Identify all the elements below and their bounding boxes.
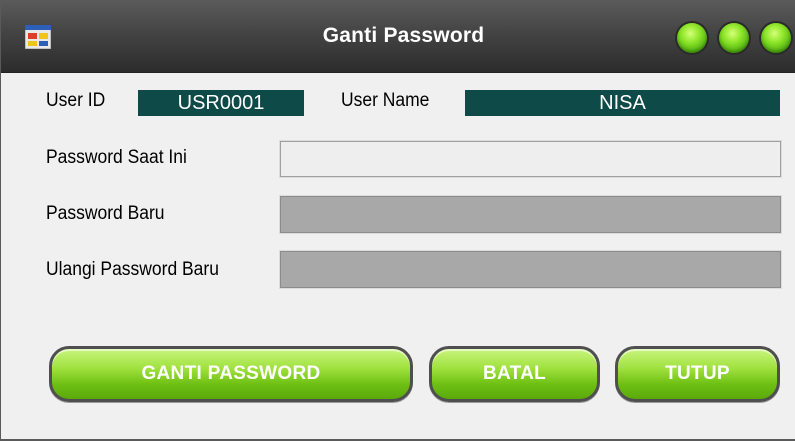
current-password-field[interactable] <box>279 140 782 178</box>
user-id-value: USR0001 <box>138 90 304 116</box>
change-password-window: Ganti Password User ID USR0001 User Name… <box>0 0 795 441</box>
close-button-label: TUTUP <box>665 363 730 384</box>
close-button[interactable]: TUTUP <box>615 346 780 402</box>
new-password-label: Password Baru <box>46 203 165 224</box>
close-window-button[interactable] <box>761 23 791 53</box>
current-password-label: Password Saat Ini <box>46 147 187 168</box>
user-name-label: User Name <box>341 90 430 111</box>
change-password-button[interactable]: GANTI PASSWORD <box>49 346 413 402</box>
user-id-label: User ID <box>46 90 106 111</box>
title-bar[interactable]: Ganti Password <box>1 0 795 73</box>
cancel-button[interactable]: BATAL <box>429 346 600 402</box>
new-password-field[interactable] <box>279 195 782 234</box>
repeat-password-field[interactable] <box>279 250 782 289</box>
minimize-button[interactable] <box>677 23 707 53</box>
user-name-value: NISA <box>465 90 780 116</box>
cancel-button-label: BATAL <box>482 363 547 384</box>
window-title: Ganti Password <box>322 24 485 47</box>
maximize-button[interactable] <box>719 23 749 53</box>
repeat-password-label: Ulangi Password Baru <box>46 259 219 280</box>
change-password-button-label: GANTI PASSWORD <box>141 363 321 384</box>
form-area: User ID USR0001 User Name NISA Password … <box>2 73 795 439</box>
